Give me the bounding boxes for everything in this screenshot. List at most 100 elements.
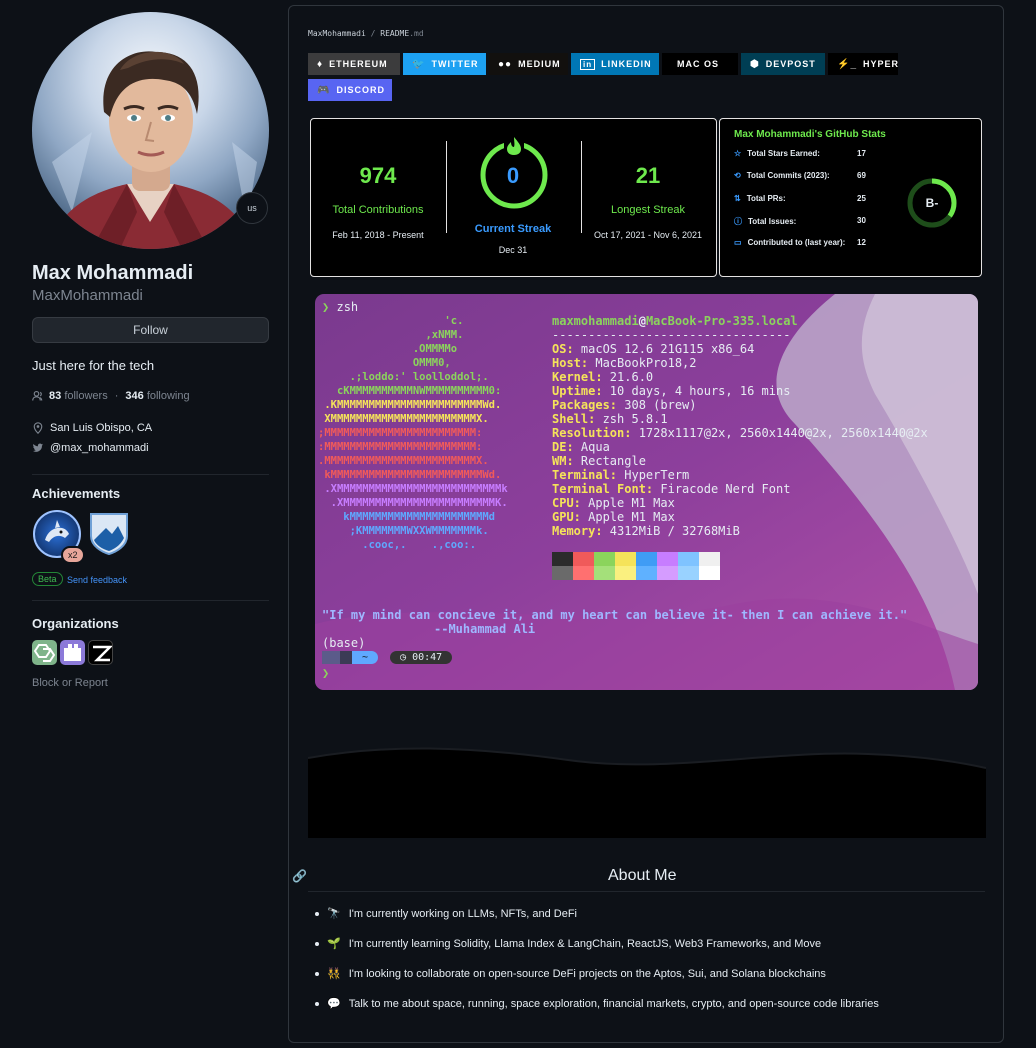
system-info-line: Shell: zsh 5.8.1 <box>552 412 668 426</box>
badge-twitter[interactable]: 🐦 TWITTER <box>403 53 486 75</box>
organizations-title: Organizations <box>32 616 119 631</box>
divider <box>32 474 269 475</box>
hexagon-icon <box>33 644 56 662</box>
system-info-line: WM: Rectangle <box>552 454 646 468</box>
terminal-user-host: maxmohammadi@MacBook-Pro-335.local <box>552 314 798 328</box>
terminal-screenshot: ❯ zsh 'c. ,xNMM. .OMMMMo OMMM0, .;loddo:… <box>315 294 978 690</box>
system-info-line: Terminal Font: Firacode Nerd Font <box>552 482 791 496</box>
org-avatar-3[interactable] <box>88 640 113 665</box>
ascii-art-line: cKMMMMMMMMMMNWMMMMMMMMMM0: <box>318 385 502 397</box>
about-title: About Me <box>608 867 677 884</box>
status-badge[interactable]: us <box>236 192 268 224</box>
badge-discord[interactable]: 🎮 DISCORD <box>308 79 392 101</box>
org-avatar-1[interactable] <box>32 640 57 665</box>
telescope-icon: 🔭 <box>327 908 341 920</box>
ascii-art-line: :MMMMMMMMMMMMMMMMMMMMMMMM: <box>318 441 483 453</box>
ascii-art-line: .cooc,. .,coo:. <box>318 539 477 551</box>
badge-ethereum[interactable]: ♦ ETHEREUM <box>308 53 400 75</box>
system-info-line: Kernel: 21.6.0 <box>552 370 654 384</box>
achievement-arctic[interactable] <box>88 510 136 558</box>
block-report-link[interactable]: Block or Report <box>32 677 108 689</box>
grade-ring: B- <box>907 178 957 228</box>
ascii-art-line: .XMMMMMMMMMMMMMMMMMMMMMMMMK. <box>318 497 508 509</box>
breadcrumb-user[interactable]: MaxMohammadi <box>308 29 366 38</box>
issue-icon: ⓘ <box>734 217 742 226</box>
linkedin-icon: in <box>580 58 596 70</box>
stat-value: 12 <box>857 238 866 247</box>
prompt-segments: ~ ◷ 00:47 <box>322 651 453 664</box>
following-link[interactable]: 346 following <box>125 390 189 402</box>
longest-streak-range: Oct 17, 2021 - Nov 6, 2021 <box>593 230 703 240</box>
terminal-prompt: ❯ zsh <box>322 300 359 314</box>
ascii-art-line: .MMMMMMMMMMMMMMMMMMMMMMMMX. <box>318 455 489 467</box>
follow-button[interactable]: Follow <box>32 317 269 343</box>
twitter-link[interactable]: @max_mohammadi <box>32 442 149 454</box>
ascii-art-line: OMMM0, <box>318 357 451 369</box>
readme-panel: MaxMohammadi / README.md ♦ ETHEREUM 🐦 TWIT… <box>288 5 1004 1043</box>
longest-streak-label: Longest Streak <box>611 204 685 216</box>
grade-value: B- <box>926 196 939 210</box>
clock-icon: ◷ <box>400 652 413 663</box>
send-feedback-link[interactable]: Send feedback <box>67 575 127 585</box>
system-info-line: DE: Aqua <box>552 440 610 454</box>
followers-link[interactable]: 83 followers <box>49 390 108 402</box>
terminal-final-prompt: ❯ <box>322 666 330 680</box>
github-stats-title: Max Mohammadi's GitHub Stats <box>734 129 886 140</box>
shield-icon <box>90 513 128 556</box>
list-item: 👯 I'm looking to collaborate on open-sour… <box>315 967 826 980</box>
stat-value: 17 <box>857 149 866 158</box>
badge-devpost[interactable]: ⬢ DEVPOST <box>741 53 825 75</box>
system-info-line: Resolution: 1728x1117@2x, 2560x1440@2x, … <box>552 426 928 440</box>
streak-card: 974 Total Contributions Feb 11, 2018 - P… <box>310 118 717 277</box>
divider <box>308 891 985 892</box>
palette-swatch <box>615 552 636 566</box>
badge-hyper[interactable]: ⚡_ HYPER <box>828 53 898 75</box>
palette-swatch <box>699 552 720 566</box>
system-info-line: GPU: Apple M1 Max <box>552 510 675 524</box>
palette-swatch <box>552 566 573 580</box>
segment-dir: ~ <box>352 651 379 664</box>
system-info-line: Uptime: 10 days, 4 hours, 16 mins <box>552 384 791 398</box>
palette-swatch <box>573 566 594 580</box>
follow-stats: 83 followers · 346 following <box>32 390 190 402</box>
location: San Luis Obispo, CA <box>32 422 152 434</box>
speech-icon: 💬 <box>327 998 341 1010</box>
current-streak-label: Current Streak <box>474 223 552 235</box>
puzzle-icon <box>64 644 81 661</box>
list-item: 🔭 I'm currently working on LLMs, NFTs, an… <box>315 907 577 920</box>
history-icon: ⟲ <box>734 171 741 180</box>
twitter-icon <box>32 443 44 452</box>
ascii-art-line: 'c. <box>318 315 464 327</box>
system-info-line: Terminal: HyperTerm <box>552 468 690 482</box>
color-palette <box>552 552 720 580</box>
beta-badge: Beta <box>32 572 63 586</box>
palette-swatch <box>552 552 573 566</box>
current-streak-date: Dec 31 <box>498 245 528 255</box>
palette-swatch <box>636 552 657 566</box>
badge-linkedin[interactable]: in LINKEDIN <box>571 53 659 75</box>
list-item: 💬 Talk to me about space, running, space … <box>315 997 879 1010</box>
anchor-link-icon[interactable]: 🔗 <box>292 869 307 883</box>
divider <box>32 600 269 601</box>
breadcrumb: MaxMohammadi / README.md <box>308 29 424 38</box>
palette-swatch <box>594 566 615 580</box>
ethereum-icon: ♦ <box>317 58 324 70</box>
total-contributions-value: 974 <box>359 163 397 188</box>
people-icon <box>32 390 43 401</box>
quote: "If my mind can concieve it, and my hear… <box>322 608 908 622</box>
org-avatar-2[interactable] <box>60 640 85 665</box>
stat-row: ⓘ Total Issues: <box>734 217 797 226</box>
ascii-art-line: kMMMMMMMMMMMMMMMMMMMMMMd <box>318 511 496 523</box>
badge-medium[interactable]: ●● MEDIUM <box>489 53 568 75</box>
avatar[interactable] <box>32 12 269 249</box>
achievements-title: Achievements <box>32 486 121 501</box>
ascii-art-line: kMMMMMMMMMMMMMMMMMMMMMMMMWd. <box>318 469 502 481</box>
ascii-art-line: .KMMMMMMMMMMMMMMMMMMMMMMMWd. <box>318 399 502 411</box>
segment-time: ◷ 00:47 <box>390 651 453 664</box>
palette-swatch <box>594 552 615 566</box>
profile-login: MaxMohammadi <box>32 287 143 304</box>
badge-macos[interactable]: MAC OS <box>662 53 738 75</box>
conda-env: (base) <box>322 636 366 650</box>
palette-swatch <box>678 552 699 566</box>
quote-author: --Muhammad Ali <box>434 622 536 636</box>
